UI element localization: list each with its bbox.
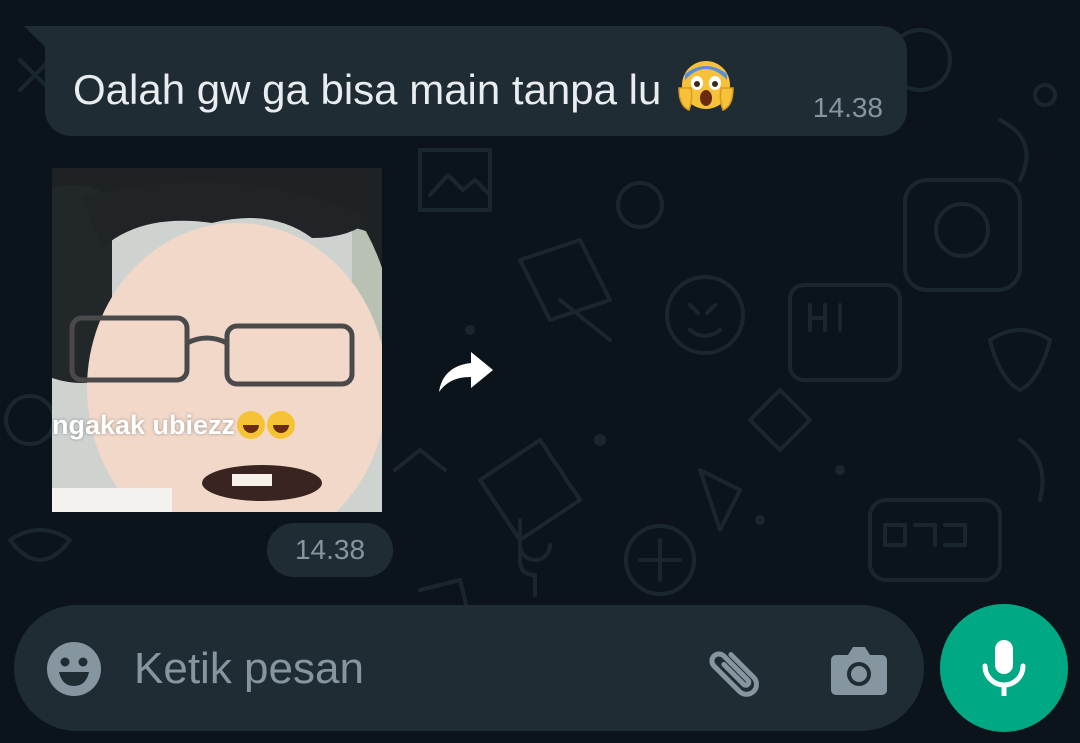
face-screaming-in-fear-icon <box>677 58 735 116</box>
message-composer <box>14 605 924 731</box>
microphone-button[interactable] <box>940 604 1068 732</box>
microphone-icon <box>982 640 1026 696</box>
sticker-caption: ngakak ubiezz <box>52 410 296 441</box>
camera-icon[interactable] <box>830 645 888 697</box>
sticker-timestamp: 14.38 <box>267 523 393 577</box>
bubble-tail <box>24 26 46 48</box>
message-text-row: Oalah gw ga bisa main tanpa lu <box>73 58 735 116</box>
incoming-message-bubble[interactable]: Oalah gw ga bisa main tanpa lu 14.38 <box>45 26 907 136</box>
emoji-icon[interactable] <box>45 640 103 698</box>
rolling-on-floor-laughing-icon <box>237 411 266 439</box>
message-input[interactable] <box>132 629 696 709</box>
face-with-tears-of-joy-icon <box>267 411 296 439</box>
sticker-image <box>52 168 382 512</box>
message-text: Oalah gw ga bisa main tanpa lu <box>73 66 662 113</box>
paperclip-icon[interactable] <box>706 641 770 705</box>
sticker-media[interactable]: ngakak ubiezz <box>52 168 382 512</box>
sticker-caption-text: ngakak ubiezz <box>52 410 236 440</box>
forward-icon[interactable] <box>437 352 495 394</box>
message-timestamp: 14.38 <box>812 92 883 123</box>
